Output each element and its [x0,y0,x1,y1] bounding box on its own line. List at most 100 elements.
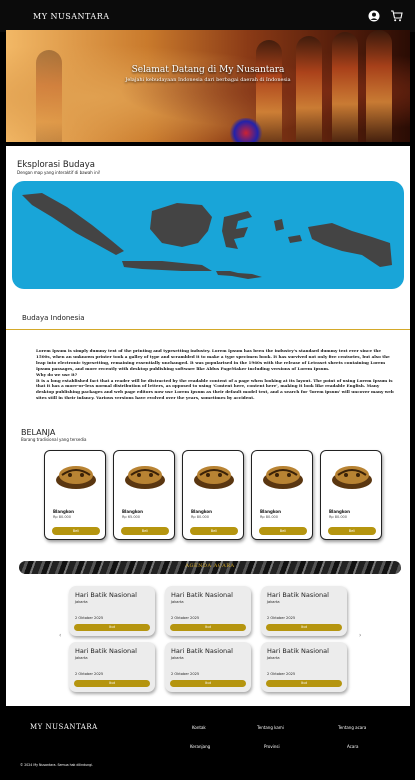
event-date: 2 Oktober 2025 [75,672,104,676]
indonesia-map[interactable] [12,181,404,289]
event-card[interactable]: Hari Batik Nasional Jakarta 2 Oktober 20… [261,642,347,692]
join-button[interactable]: Ikut [74,624,150,631]
map-region-bali-nusa [216,271,262,279]
budaya-title: Budaya Indonesia [22,314,85,322]
product-price: Rp 80.000 [191,515,210,519]
hero-dancer-figure [366,30,392,142]
buy-button[interactable]: Beli [259,527,307,535]
shop-subtitle: Barang tradisional yang tersedia [21,437,87,442]
map-region-java [122,261,212,271]
event-location: Jakarta [171,656,184,660]
user-icon[interactable] [367,10,380,23]
product-price: Rp 65.000 [122,515,141,519]
product-card[interactable]: Blangkon Rp 80.000 Beli [44,450,106,540]
event-title: Hari Batik Nasional [75,591,137,599]
event-location: Jakarta [75,656,88,660]
product-name: Blangkon [260,509,281,514]
blangkon-image [194,466,234,489]
event-date: 2 Oktober 2025 [267,616,296,620]
product-card[interactable]: Blangkon Rp 80.000 Beli [182,450,244,540]
next-arrow-icon[interactable]: › [359,632,361,639]
product-card[interactable]: Blangkon Rp 80.000 Beli [320,450,382,540]
footer-link-keranjang[interactable]: Keranjang [190,744,210,749]
event-card[interactable]: Hari Batik Nasional Jakarta 2 Oktober 20… [261,586,347,636]
hero-dancer-figure [36,50,62,142]
footer-link-kontak[interactable]: Kontak [192,725,206,730]
footer-brand[interactable]: MY NUSANTARA [30,723,98,731]
event-date: 2 Oktober 2025 [171,616,200,620]
product-name: Blangkon [191,509,212,514]
buy-button[interactable]: Beli [52,527,100,535]
event-card[interactable]: Hari Batik Nasional Jakarta 2 Oktober 20… [69,586,155,636]
indonesia-map-svg[interactable] [12,181,404,289]
product-card[interactable]: Blangkon Rp 65.000 Beli [113,450,175,540]
product-name: Blangkon [122,509,143,514]
cart-icon[interactable] [390,10,403,23]
event-card[interactable]: Hari Batik Nasional Jakarta 2 Oktober 20… [165,642,251,692]
blangkon-image [332,466,372,489]
wayang-puppet-image [228,118,264,142]
footer: MY NUSANTARA Kontak Tentang kami Tentang… [6,706,410,780]
join-button[interactable]: Ikut [170,624,246,631]
event-date: 2 Oktober 2025 [171,672,200,676]
event-location: Jakarta [267,656,280,660]
footer-link-tentang-acara[interactable]: Tentang acara [338,725,366,730]
join-button[interactable]: Ikut [170,680,246,687]
map-region-maluku [274,219,302,243]
event-card[interactable]: Hari Batik Nasional Jakarta 2 Oktober 20… [165,586,251,636]
main-content: Eksplorasi Budaya Dengan map yang intera… [6,146,410,706]
hero-dancer-figure [332,32,358,142]
event-date: 2 Oktober 2025 [267,672,296,676]
brand-logo[interactable]: MY NUSANTARA [33,12,367,21]
footer-link-tentang-kami[interactable]: Tentang kami [257,725,284,730]
product-name: Blangkon [329,509,350,514]
event-title: Hari Batik Nasional [171,591,233,599]
blangkon-image [56,466,96,489]
section-divider [6,329,410,330]
nav-icons [367,10,403,23]
product-price: Rp 80.000 [53,515,72,519]
map-region-papua [308,223,392,267]
prev-arrow-icon[interactable]: ‹ [59,632,61,639]
event-title: Hari Batik Nasional [267,591,329,599]
event-grid: Hari Batik Nasional Jakarta 2 Oktober 20… [69,586,354,692]
footer-copyright: © 2024 My Nusantara. Semua hak dilindung… [20,763,94,767]
navbar: MY NUSANTARA [0,0,415,32]
buy-button[interactable]: Beli [190,527,238,535]
event-title: Hari Batik Nasional [267,647,329,655]
event-location: Jakarta [171,600,184,604]
product-list: Blangkon Rp 80.000 Beli Blangkon Rp 65.0… [44,450,384,540]
explore-title: Eksplorasi Budaya [17,160,95,170]
buy-button[interactable]: Beli [328,527,376,535]
event-location: Jakarta [267,600,280,604]
map-region-kalimantan [150,203,212,247]
map-region-sumatra [22,193,124,255]
hero-dancer-figure [296,36,322,142]
product-card[interactable]: Blangkon Rp 80.000 Beli [251,450,313,540]
product-price: Rp 80.000 [329,515,348,519]
footer-link-acara[interactable]: Acara [347,744,358,749]
event-title: Hari Batik Nasional [171,647,233,655]
hero-title: Selamat Datang di My Nusantara [131,65,285,75]
event-title: Hari Batik Nasional [75,647,137,655]
budaya-paragraph-1: Lorem Ipsum is simply dummy text of the … [36,348,390,371]
product-price: Rp 80.000 [260,515,279,519]
agenda-banner: AGENDA ACARA [19,561,401,574]
hero-subtitle: Jelajahi kebudayaan Indonesia dari berba… [125,77,291,83]
event-card[interactable]: Hari Batik Nasional Jakarta 2 Oktober 20… [69,642,155,692]
join-button[interactable]: Ikut [74,680,150,687]
explore-subtitle: Dengan map yang interaktif di bawah ini! [17,170,101,175]
buy-button[interactable]: Beli [121,527,169,535]
map-region-sulawesi [222,211,252,249]
event-date: 2 Oktober 2025 [75,616,104,620]
agenda-title: AGENDA ACARA [185,563,235,569]
hero-banner: Selamat Datang di My Nusantara Jelajahi … [6,30,410,142]
join-button[interactable]: Ikut [266,624,342,631]
join-button[interactable]: Ikut [266,680,342,687]
budaya-paragraph-2: It is a long established fact that a rea… [36,377,394,401]
product-name: Blangkon [53,509,74,514]
event-location: Jakarta [75,600,88,604]
footer-link-provinsi[interactable]: Provinsi [264,744,280,749]
blangkon-image [263,466,303,489]
blangkon-image [125,466,165,489]
